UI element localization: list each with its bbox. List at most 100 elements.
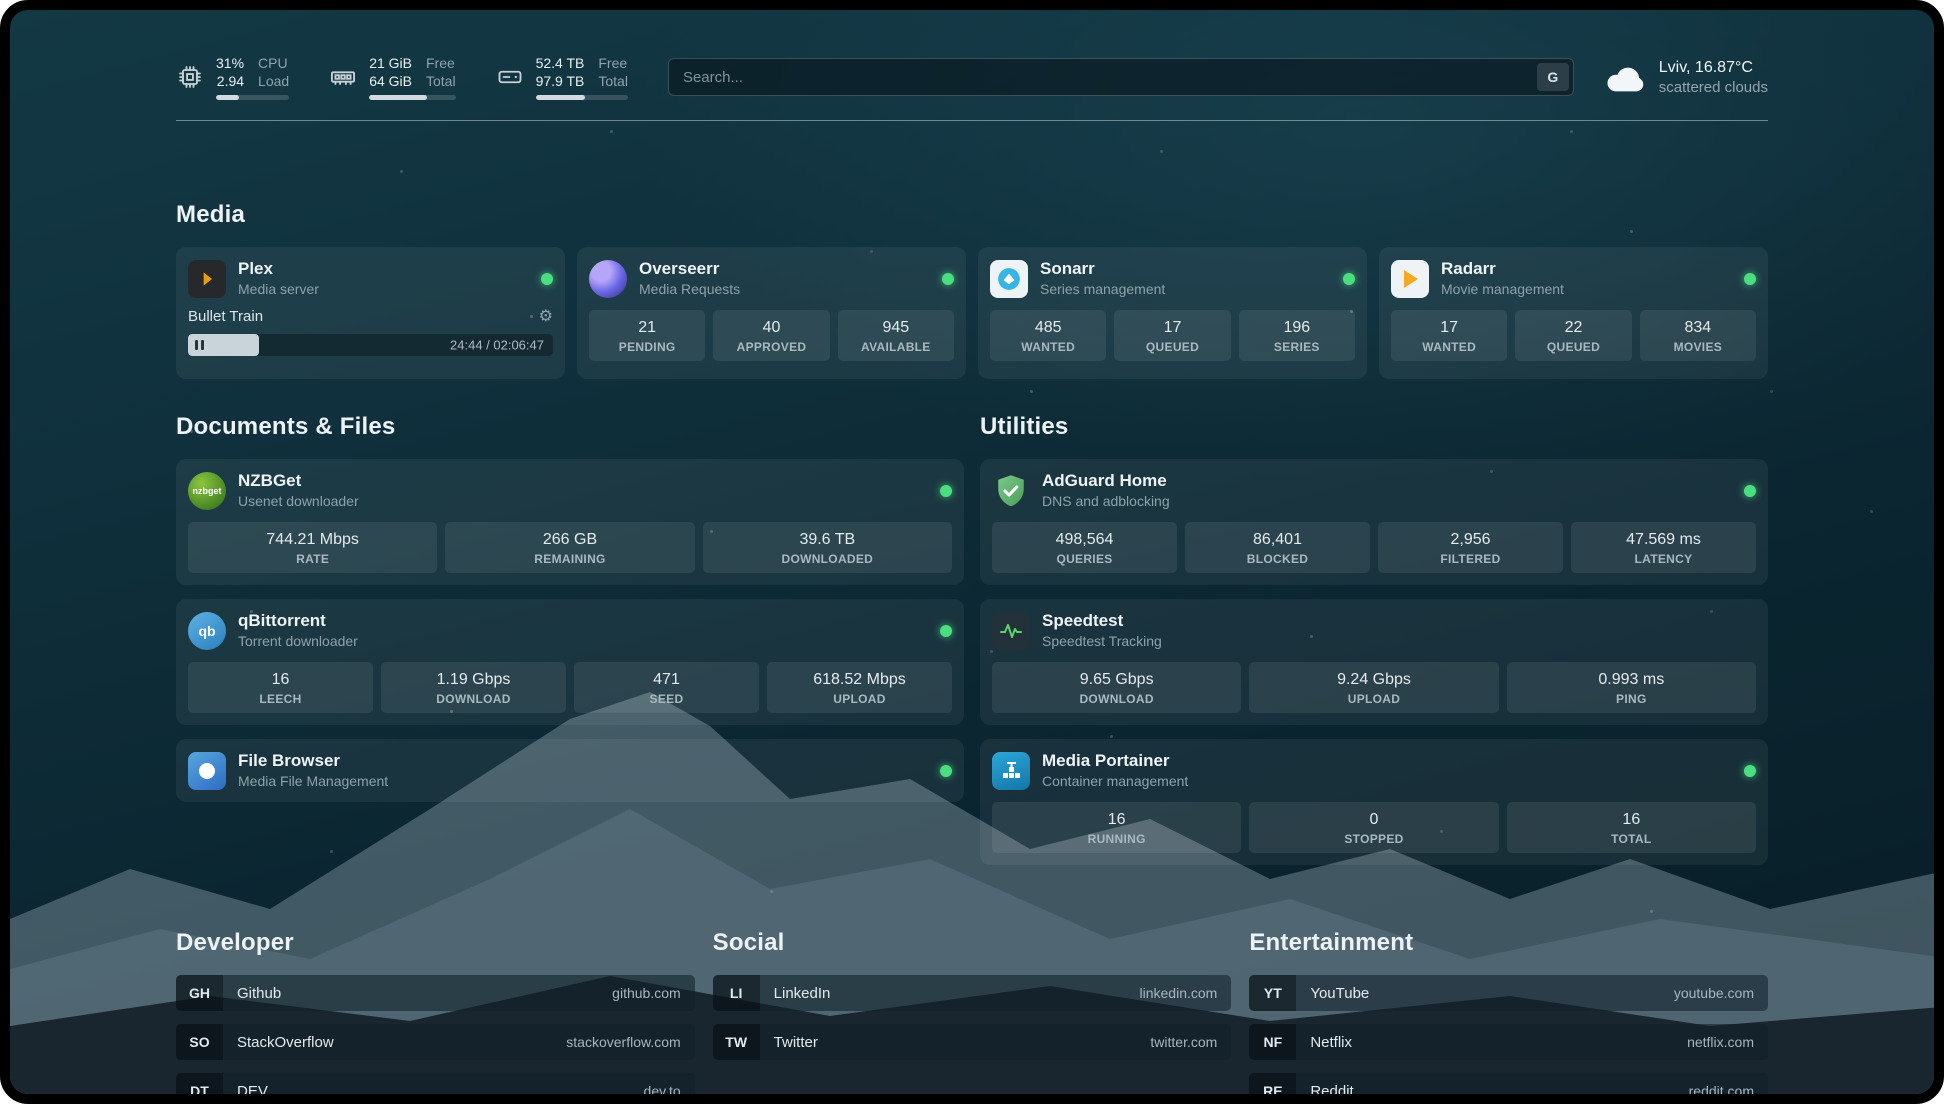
plex-player-bar[interactable]: 24:44 / 02:06:47 <box>188 334 553 356</box>
cpu-load-label: Load <box>258 72 289 90</box>
cpu-widget: 31% 2.94 CPU Load <box>176 54 289 100</box>
service-card-adguard[interactable]: AdGuard Home DNS and adblocking 498,564 … <box>980 459 1768 585</box>
stat-download: 1.19 Gbps DOWNLOAD <box>381 662 566 713</box>
stat-wanted: 485 WANTED <box>990 310 1106 361</box>
service-card-nzbget[interactable]: nzbget NZBGet Usenet downloader 744.21 M… <box>176 459 964 585</box>
dashboard-window: 31% 2.94 CPU Load <box>0 0 1944 1104</box>
memory-total-label: Total <box>426 72 456 90</box>
qbittorrent-icon: qb <box>188 612 226 650</box>
bookmark-stackoverflow[interactable]: SO StackOverflow stackoverflow.com <box>176 1024 695 1060</box>
bookmark-github[interactable]: GH Github github.com <box>176 975 695 1011</box>
service-desc: Media File Management <box>238 773 388 790</box>
bookmark-url: stackoverflow.com <box>566 1034 680 1050</box>
weather-condition: scattered clouds <box>1659 78 1768 97</box>
search-engine-button[interactable]: G <box>1537 63 1569 91</box>
nzbget-icon-text: nzbget <box>193 486 222 496</box>
status-dot <box>940 625 952 637</box>
service-name: Radarr <box>1441 259 1564 279</box>
plex-icon <box>188 260 226 298</box>
stat-approved: 40 APPROVED <box>713 310 829 361</box>
overseerr-icon <box>589 260 627 298</box>
cpu-usage-value: 31% <box>216 54 244 72</box>
stat-running: 16 RUNNING <box>992 802 1241 853</box>
service-card-qbittorrent[interactable]: qb qBittorrent Torrent downloader 16 <box>176 599 964 725</box>
service-card-sonarr[interactable]: Sonarr Series management 485 WANTED 17 Q… <box>978 247 1367 379</box>
section-title-developer: Developer <box>176 929 695 957</box>
now-playing-title: Bullet Train <box>188 308 263 325</box>
section-title-social: Social <box>713 929 1232 957</box>
bookmark-url: reddit.com <box>1689 1083 1754 1099</box>
memory-total-value: 64 GiB <box>369 72 412 90</box>
status-dot <box>940 765 952 777</box>
service-card-filebrowser[interactable]: File Browser Media File Management <box>176 739 964 802</box>
bookmark-abbr: DT <box>176 1073 223 1104</box>
stat-queued: 17 QUEUED <box>1114 310 1230 361</box>
bookmarks-social: Social LI LinkedIn linkedin.com TW Twitt… <box>713 929 1232 1104</box>
bookmark-netflix[interactable]: NF Netflix netflix.com <box>1249 1024 1768 1060</box>
bookmark-youtube[interactable]: YT YouTube youtube.com <box>1249 975 1768 1011</box>
stat-download: 9.65 Gbps DOWNLOAD <box>992 662 1241 713</box>
disk-progress-bar <box>536 95 628 100</box>
player-time: 24:44 / 02:06:47 <box>450 338 544 353</box>
bookmark-abbr: SO <box>176 1024 223 1060</box>
bookmarks-entertainment: Entertainment YT YouTube youtube.com NF … <box>1249 929 1768 1104</box>
service-desc: Movie management <box>1441 281 1564 298</box>
bookmarks-section: Developer GH Github github.com SO StackO… <box>176 929 1768 1104</box>
status-dot <box>541 273 553 285</box>
bookmark-url: youtube.com <box>1674 985 1754 1001</box>
header-divider <box>176 120 1768 121</box>
nzbget-icon: nzbget <box>188 472 226 510</box>
bookmark-abbr: NF <box>1249 1024 1296 1060</box>
memory-free-label: Free <box>426 54 456 72</box>
stat-series: 196 SERIES <box>1239 310 1355 361</box>
service-card-overseerr[interactable]: Overseerr Media Requests 21 PENDING 40 A… <box>577 247 966 379</box>
section-title-utilities: Utilities <box>980 413 1768 441</box>
gear-icon[interactable]: ⚙ <box>539 309 553 325</box>
cpu-icon <box>176 63 204 91</box>
bookmark-url: dev.to <box>644 1083 681 1099</box>
pause-icon[interactable] <box>195 340 204 350</box>
bookmark-twitter[interactable]: TW Twitter twitter.com <box>713 1024 1232 1060</box>
service-desc: Media Requests <box>639 281 740 298</box>
bookmark-dev[interactable]: DT DEV dev.to <box>176 1073 695 1104</box>
service-card-plex[interactable]: Plex Media server Bullet Train ⚙ 24:44 /… <box>176 247 565 379</box>
stat-stopped: 0 STOPPED <box>1249 802 1498 853</box>
bookmark-url: linkedin.com <box>1140 985 1218 1001</box>
cpu-load-value: 2.94 <box>217 72 244 90</box>
bookmarks-developer: Developer GH Github github.com SO StackO… <box>176 929 695 1104</box>
bookmark-abbr: LI <box>713 975 760 1011</box>
disk-free-label: Free <box>598 54 628 72</box>
service-name: NZBGet <box>238 471 359 491</box>
search-input[interactable] <box>668 58 1574 96</box>
bookmark-name: Netflix <box>1310 1034 1352 1051</box>
service-name: Overseerr <box>639 259 740 279</box>
service-card-speedtest[interactable]: Speedtest Speedtest Tracking 9.65 Gbps D… <box>980 599 1768 725</box>
weather-location: Lviv, 16.87°C <box>1659 58 1768 78</box>
section-title-documents: Documents & Files <box>176 413 964 441</box>
bookmark-abbr: RE <box>1249 1073 1296 1104</box>
memory-progress-bar <box>369 95 455 100</box>
weather-widget[interactable]: Lviv, 16.87°C scattered clouds <box>1604 58 1768 97</box>
disk-widget: 52.4 TB 97.9 TB Free Total <box>496 54 628 100</box>
qbittorrent-icon-text: qb <box>198 623 215 639</box>
service-name: Speedtest <box>1042 611 1162 631</box>
service-desc: Container management <box>1042 773 1188 790</box>
service-card-radarr[interactable]: Radarr Movie management 17 WANTED 22 QUE… <box>1379 247 1768 379</box>
service-card-portainer[interactable]: Media Portainer Container management 16 … <box>980 739 1768 865</box>
service-name: Sonarr <box>1040 259 1165 279</box>
stat-queries: 498,564 QUERIES <box>992 522 1177 573</box>
service-name: File Browser <box>238 751 388 771</box>
stat-downloaded: 39.6 TB DOWNLOADED <box>703 522 952 573</box>
stat-ping: 0.993 ms PING <box>1507 662 1756 713</box>
stat-total: 16 TOTAL <box>1507 802 1756 853</box>
bookmark-name: StackOverflow <box>237 1034 334 1051</box>
cloud-icon <box>1604 61 1646 93</box>
bookmark-reddit[interactable]: RE Reddit reddit.com <box>1249 1073 1768 1104</box>
service-desc: Media server <box>238 281 319 298</box>
stat-wanted: 17 WANTED <box>1391 310 1507 361</box>
status-dot <box>1744 765 1756 777</box>
stat-filtered: 2,956 FILTERED <box>1378 522 1563 573</box>
memory-widget: 21 GiB 64 GiB Free Total <box>329 54 455 100</box>
stat-remaining: 266 GB REMAINING <box>445 522 694 573</box>
bookmark-linkedin[interactable]: LI LinkedIn linkedin.com <box>713 975 1232 1011</box>
